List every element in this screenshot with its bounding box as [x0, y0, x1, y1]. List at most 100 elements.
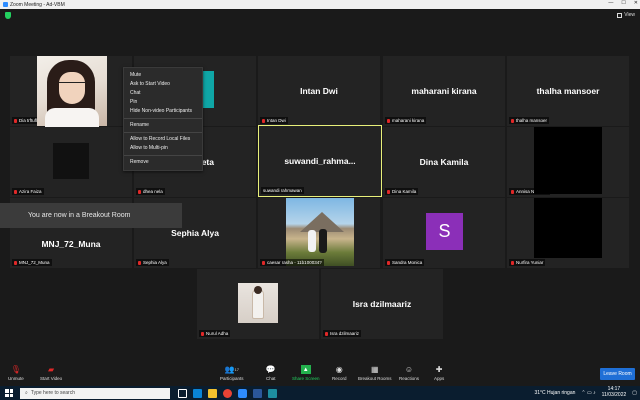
participant-name-tag: Isra dzilmaariz — [323, 330, 362, 337]
meeting-topbar: View — [0, 9, 640, 25]
record-button[interactable]: ◉ Record — [332, 365, 347, 381]
taskbar-clock[interactable]: 14:17 11/03/2022 — [602, 386, 627, 398]
window-titlebar: Zoom Meeting - Ad-VBM — ☐ ✕ — [0, 0, 640, 9]
breakout-rooms-button[interactable]: ▦ Breakout Rooms — [358, 365, 392, 381]
participant-big-name: thalha mansoer — [536, 86, 600, 96]
chrome-icon[interactable] — [223, 388, 232, 398]
chat-bubble-icon: 💬 — [265, 365, 276, 374]
participant-big-name: Intan Dwi — [300, 86, 338, 96]
participant-big-name: maharani kirana — [411, 86, 477, 96]
windows-start-icon[interactable] — [5, 389, 13, 397]
participant-name-tag: Azira Faiza — [12, 188, 44, 195]
maximize-button[interactable]: ☐ — [621, 0, 625, 6]
menu-item-chat[interactable]: Chat — [124, 89, 202, 98]
menu-item-ask-start-video[interactable]: Ask to Start Video — [124, 80, 202, 89]
breakout-rooms-icon: ▦ — [370, 365, 379, 374]
participant-big-name: Sephia Alya — [171, 228, 219, 238]
share-screen-button[interactable]: ▲ Share Screen — [292, 365, 320, 381]
microphone-muted-icon: 🎙 — [10, 365, 21, 374]
muted-mic-icon — [138, 189, 141, 194]
participant-name-tag: Nurfira Yuniar — [509, 259, 546, 266]
participant-name-tag: MNJ_72_Muna — [12, 259, 52, 266]
tray-icons[interactable]: ⌃ ▭ ♪ — [581, 390, 595, 396]
participants-button[interactable]: 👥 17 Participants — [220, 365, 244, 381]
participant-tile[interactable]: Isra dzilmaariz Isra dzilmaariz — [321, 269, 443, 339]
muted-mic-icon — [387, 260, 390, 265]
window-title: Zoom Meeting - Ad-VBM — [10, 1, 65, 8]
muted-mic-icon — [511, 118, 514, 123]
task-view-icon[interactable] — [178, 388, 187, 398]
leave-room-button[interactable]: Leave Room — [600, 368, 635, 380]
apps-button[interactable]: ✚ Apps — [434, 365, 444, 381]
taskbar-search-input[interactable]: ⌕ Type here to search — [20, 387, 170, 399]
menu-item-rename[interactable]: Rename — [124, 121, 202, 130]
participant-tile[interactable]: Dina Kamila Dina Kamila — [383, 127, 505, 197]
participant-tile[interactable]: maharani kirana maharani kirana — [383, 56, 505, 126]
participant-name-tag: suwandi rahmawan — [261, 187, 304, 194]
muted-mic-icon — [14, 118, 17, 123]
muted-mic-icon — [138, 260, 141, 265]
participants-icon: 👥 17 — [224, 365, 239, 374]
window-controls: — ☐ ✕ — [608, 0, 638, 6]
menu-divider — [124, 132, 202, 133]
view-label: View — [624, 12, 635, 18]
muted-mic-icon — [14, 260, 17, 265]
reactions-button[interactable]: ☺ Reactions — [399, 365, 419, 381]
participant-video — [286, 198, 354, 266]
video-off-icon: ▰ — [48, 365, 55, 374]
participant-video — [53, 143, 89, 179]
muted-mic-icon — [511, 189, 514, 194]
chat-button[interactable]: 💬 Chat — [266, 365, 276, 381]
search-icon: ⌕ — [25, 390, 28, 396]
record-icon: ◉ — [335, 365, 343, 374]
weather-status[interactable]: 31°C Hujan ringan — [534, 390, 575, 396]
menu-item-allow-record[interactable]: Allow to Record Local Files — [124, 135, 202, 144]
participant-big-name: MNJ_72_Muna — [41, 239, 101, 250]
participant-context-menu: Mute Ask to Start Video Chat Pin Hide No… — [123, 67, 203, 171]
menu-item-pin[interactable]: Pin — [124, 98, 202, 107]
muted-mic-icon — [14, 189, 17, 194]
menu-item-allow-multipin[interactable]: Allow to Multi-pin — [124, 144, 202, 153]
participant-name-tag: maharani kirana — [385, 117, 427, 124]
participant-name-tag: Sephia Alya — [136, 259, 169, 266]
unmute-button[interactable]: 🎙 Unmute — [8, 365, 24, 381]
muted-mic-icon — [262, 118, 265, 123]
file-explorer-icon[interactable] — [208, 388, 217, 398]
menu-item-mute[interactable]: Mute — [124, 71, 202, 80]
minimize-button[interactable]: — — [608, 0, 613, 6]
view-button[interactable]: View — [617, 12, 635, 18]
participant-name-tag: Dina Kamila — [385, 188, 419, 195]
muted-mic-icon — [511, 260, 514, 265]
menu-item-remove[interactable]: Remove — [124, 158, 202, 167]
meeting-toolbar: 🎙 Unmute ▰ Start Video 👥 17 Participants … — [0, 363, 640, 386]
participant-video — [534, 198, 602, 258]
notification-icon[interactable]: ▢ — [632, 390, 637, 396]
menu-item-hide-non-video[interactable]: Hide Non-video Participants — [124, 107, 202, 116]
muted-mic-icon — [387, 118, 390, 123]
app-icon[interactable] — [268, 388, 277, 398]
participant-name-tag: thalha mansoer — [509, 117, 550, 124]
participant-tile[interactable]: Intan Dwi Intan Dwi — [258, 56, 380, 126]
menu-divider — [124, 118, 202, 119]
breakout-room-toast: You are now in a Breakout Room — [0, 203, 182, 228]
security-shield-icon[interactable] — [5, 12, 11, 19]
participant-name-tag: Intan Dwi — [260, 117, 288, 124]
participant-big-name: suwandi_rahma... — [284, 156, 356, 166]
participant-big-name: Isra dzilmaariz — [352, 299, 412, 309]
muted-mic-icon — [262, 260, 265, 265]
close-button[interactable]: ✕ — [634, 0, 638, 6]
edge-icon[interactable] — [193, 388, 202, 398]
active-speaker-tile[interactable]: suwandi_rahma... suwandi rahmawan — [258, 125, 382, 197]
participant-avatar: S — [426, 213, 463, 250]
participant-tile[interactable]: thalha mansoer thalha mansoer — [507, 56, 629, 126]
apps-icon: ✚ — [435, 365, 443, 374]
participant-big-name: Dina Kamila — [419, 157, 469, 167]
gallery-grid-icon — [617, 12, 623, 18]
participant-name-tag: caesar rasha - 11b100034? — [260, 259, 324, 266]
zoom-logo-icon — [3, 2, 8, 7]
participant-video — [238, 283, 278, 323]
start-video-button[interactable]: ▰ Start Video — [40, 365, 62, 381]
word-icon[interactable] — [253, 388, 262, 398]
reactions-icon: ☺ — [404, 365, 414, 374]
zoom-taskbar-icon[interactable] — [238, 388, 247, 398]
